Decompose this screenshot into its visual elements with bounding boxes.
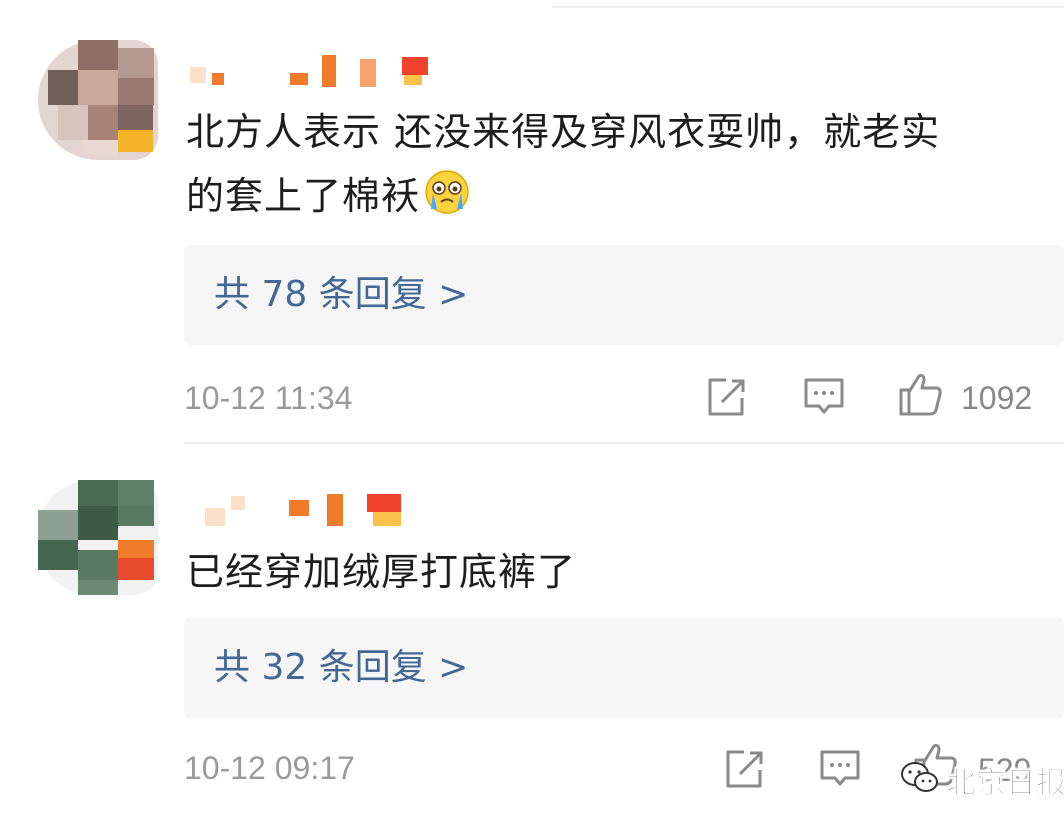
comment-icon[interactable] bbox=[818, 748, 862, 794]
share-icon[interactable] bbox=[722, 748, 766, 794]
comment-text-line: 的套上了棉袄 bbox=[186, 174, 421, 218]
comment-text: 北方人表示 还没来得及穿风衣耍帅，就老实 的套上了棉袄 bbox=[186, 100, 940, 228]
timestamp: 10-12 11:34 bbox=[184, 380, 353, 416]
username[interactable] bbox=[190, 55, 450, 95]
watermark: 北京日报 bbox=[900, 758, 1064, 802]
comment-icon[interactable] bbox=[802, 376, 846, 422]
timestamp: 10-12 09:17 bbox=[184, 750, 355, 786]
view-replies-link[interactable]: 共 78 条回复 > bbox=[214, 270, 468, 320]
top-divider bbox=[552, 6, 1064, 8]
wechat-logo-icon bbox=[900, 760, 940, 800]
avatar[interactable] bbox=[38, 40, 158, 160]
avatar[interactable] bbox=[38, 480, 158, 600]
like-count: 1092 bbox=[961, 380, 1033, 416]
comment-text-line: 已经穿加绒厚打底裤了 bbox=[186, 550, 577, 594]
replies-box[interactable]: 共 32 条回复 > bbox=[184, 618, 1064, 718]
thumbs-up-icon[interactable] bbox=[897, 370, 945, 422]
view-replies-link[interactable]: 共 32 条回复 > bbox=[214, 643, 468, 693]
comment-text-line: 北方人表示 还没来得及穿风衣耍帅，就老实 bbox=[186, 110, 941, 154]
username[interactable] bbox=[205, 490, 415, 530]
comment-meta: 10-12 11:34 1092 bbox=[0, 370, 1064, 426]
share-icon[interactable] bbox=[704, 376, 748, 422]
watermark-text: 北京日报 bbox=[946, 766, 1064, 802]
replies-box[interactable]: 共 78 条回复 > bbox=[184, 245, 1064, 345]
crying-face-emoji-icon bbox=[424, 169, 470, 215]
comment-text: 已经穿加绒厚打底裤了 bbox=[186, 540, 576, 604]
comment-divider bbox=[184, 442, 1064, 444]
